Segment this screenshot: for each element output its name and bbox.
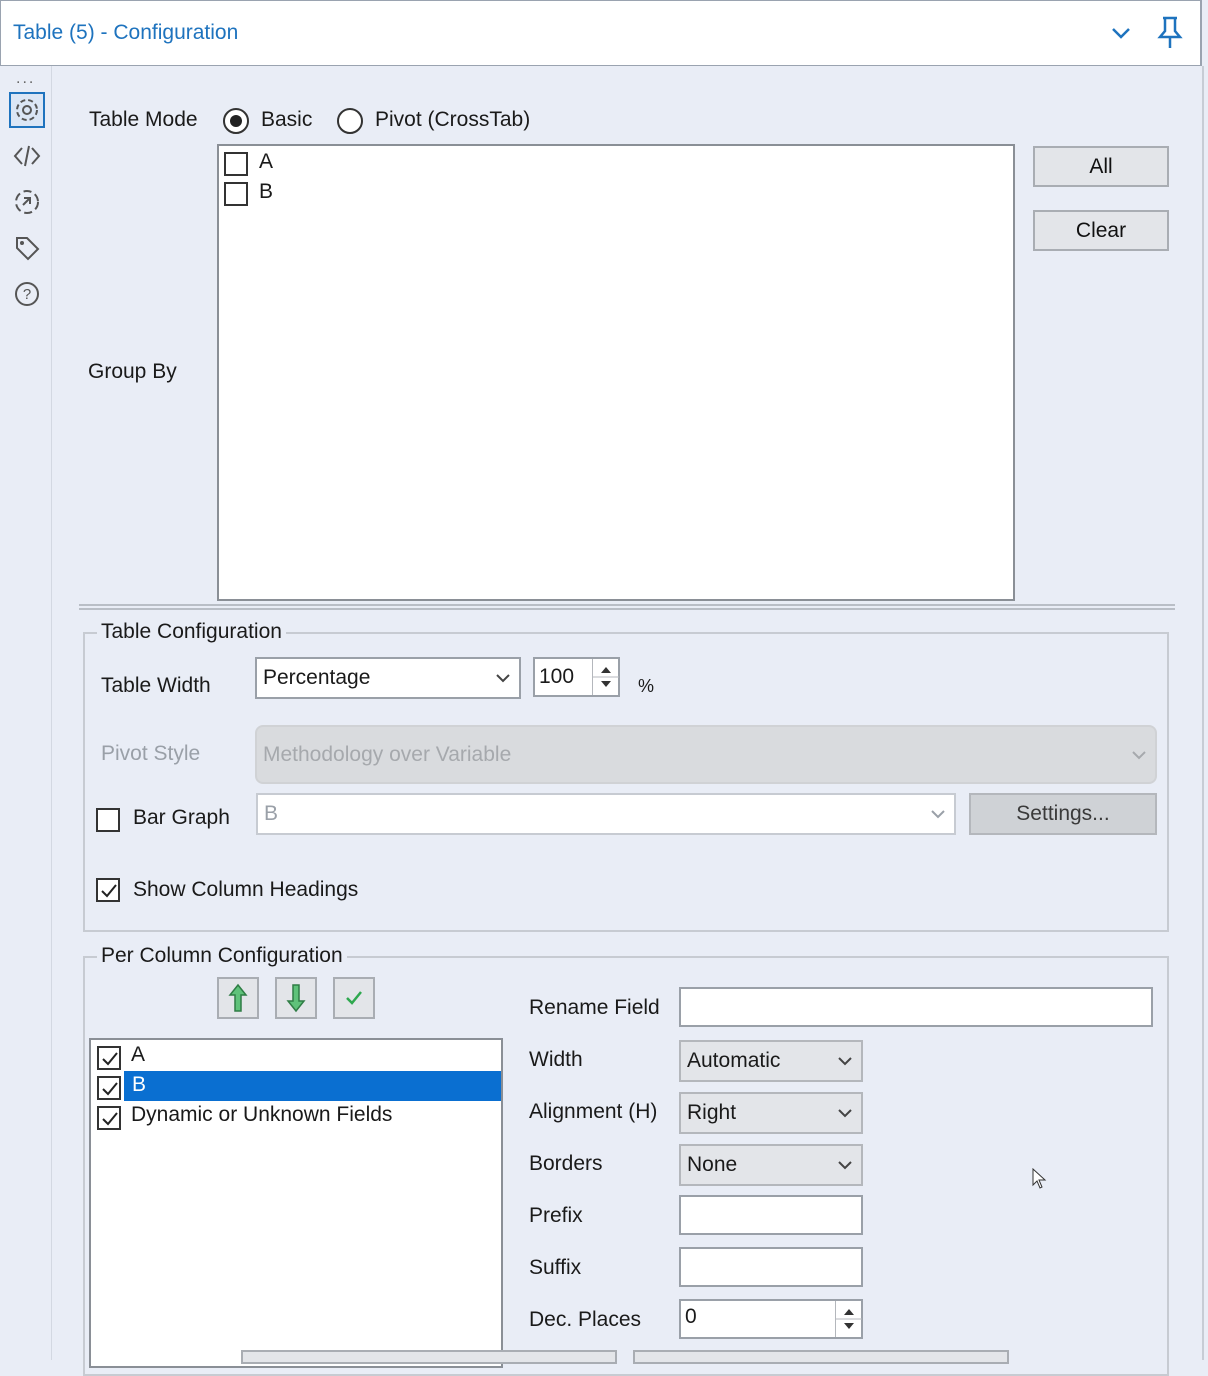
chevron-down-icon (838, 1161, 852, 1170)
clear-button[interactable]: Clear (1033, 210, 1169, 251)
pivot-style-label: Pivot Style (101, 742, 201, 765)
move-down-button[interactable] (275, 977, 317, 1019)
tag-icon[interactable] (9, 230, 45, 266)
group-by-list[interactable]: A B (217, 144, 1015, 601)
svg-text:?: ? (23, 286, 31, 303)
panel-border (1202, 66, 1204, 1360)
dec-places-value: 0 (685, 1305, 697, 1328)
alignment-select[interactable]: Right (679, 1092, 863, 1134)
width-value: Automatic (687, 1049, 781, 1072)
radio-pivot-label[interactable]: Pivot (CrossTab) (375, 108, 530, 132)
show-headings-checkbox[interactable] (96, 878, 120, 902)
dec-places-label: Dec. Places (529, 1308, 642, 1331)
suffix-label: Suffix (529, 1256, 582, 1279)
group-by-checkbox-b[interactable] (224, 182, 248, 206)
check-all-button[interactable] (333, 977, 375, 1019)
table-width-mode-select[interactable]: Percentage (255, 657, 521, 699)
per-column-title: Per Column Configuration (97, 944, 347, 968)
table-width-value-field[interactable]: 100 (533, 657, 620, 697)
group-by-item-a[interactable]: A (259, 150, 273, 174)
radio-basic[interactable] (223, 108, 249, 134)
pivot-style-select: Methodology over Variable (255, 725, 1157, 784)
chevron-down-icon (838, 1057, 852, 1066)
rail-grip: ... (16, 70, 36, 87)
prefix-label: Prefix (529, 1204, 583, 1227)
prefix-input[interactable] (679, 1195, 863, 1235)
column-item-b[interactable]: B (132, 1073, 146, 1097)
code-icon[interactable] (9, 138, 45, 174)
radio-basic-label[interactable]: Basic (261, 108, 312, 132)
dec-places-field[interactable]: 0 (679, 1299, 863, 1339)
group-by-checkbox-a[interactable] (224, 152, 248, 176)
table-config-title: Table Configuration (97, 620, 286, 644)
dec-places-spinner[interactable] (835, 1301, 862, 1337)
bar-graph-field-value: B (264, 802, 279, 825)
panel-title: Table (5) - Configuration (13, 21, 239, 44)
rotate-icon[interactable] (9, 184, 45, 220)
column-checkbox-a[interactable] (97, 1046, 121, 1070)
table-mode-label: Table Mode (89, 108, 198, 131)
bar-graph-field-select: B (256, 793, 956, 835)
suffix-input[interactable] (679, 1247, 863, 1287)
mouse-cursor-icon (1032, 1167, 1048, 1196)
chevron-down-icon (1132, 750, 1146, 759)
borders-value: None (687, 1153, 738, 1176)
rename-field-label: Rename Field (529, 996, 660, 1019)
arrow-up-icon (228, 983, 248, 1012)
help-icon[interactable]: ? (9, 276, 45, 312)
column-checkbox-b[interactable] (97, 1076, 121, 1100)
move-up-button[interactable] (217, 977, 259, 1019)
group-by-item-b[interactable]: B (259, 180, 273, 204)
table-width-label: Table Width (101, 674, 211, 697)
alignment-value: Right (687, 1101, 737, 1124)
table-width-mode-value: Percentage (263, 666, 371, 689)
column-item-dynamic[interactable]: Dynamic or Unknown Fields (131, 1103, 392, 1127)
bottom-button-left[interactable] (241, 1350, 617, 1364)
table-width-unit: % (638, 676, 655, 696)
section-divider (79, 604, 1175, 610)
settings-button: Settings... (969, 793, 1157, 835)
table-width-value: 100 (539, 665, 575, 688)
column-item-b-row[interactable]: B (124, 1071, 501, 1101)
chevron-down-icon (496, 674, 510, 683)
table-width-spinner[interactable] (592, 659, 619, 695)
checkmark-icon (346, 991, 362, 1005)
rename-field-input[interactable] (679, 987, 1153, 1027)
column-item-a[interactable]: A (131, 1043, 145, 1067)
radio-pivot[interactable] (337, 108, 363, 134)
bar-graph-label[interactable]: Bar Graph (133, 806, 230, 830)
show-headings-label[interactable]: Show Column Headings (133, 878, 358, 902)
width-select[interactable]: Automatic (679, 1040, 863, 1082)
alignment-label: Alignment (H) (529, 1100, 658, 1123)
bar-graph-checkbox[interactable] (96, 808, 120, 832)
panel-header: Table (5) - Configuration (0, 0, 1202, 66)
width-label: Width (529, 1048, 583, 1071)
chevron-down-icon (931, 810, 945, 819)
gear-icon[interactable] (9, 92, 45, 128)
pivot-style-value: Methodology over Variable (263, 742, 512, 766)
column-list[interactable]: A B Dynamic or Unknown Fields (89, 1038, 503, 1368)
chevron-down-icon[interactable] (1109, 21, 1133, 45)
group-by-label: Group By (88, 360, 177, 383)
borders-select[interactable]: None (679, 1144, 863, 1186)
all-button[interactable]: All (1033, 146, 1169, 187)
bottom-button-right[interactable] (633, 1350, 1009, 1364)
borders-label: Borders (529, 1152, 603, 1175)
pin-icon[interactable] (1155, 15, 1185, 51)
arrow-down-icon (286, 984, 306, 1013)
chevron-down-icon (838, 1109, 852, 1118)
column-checkbox-dynamic[interactable] (97, 1106, 121, 1130)
